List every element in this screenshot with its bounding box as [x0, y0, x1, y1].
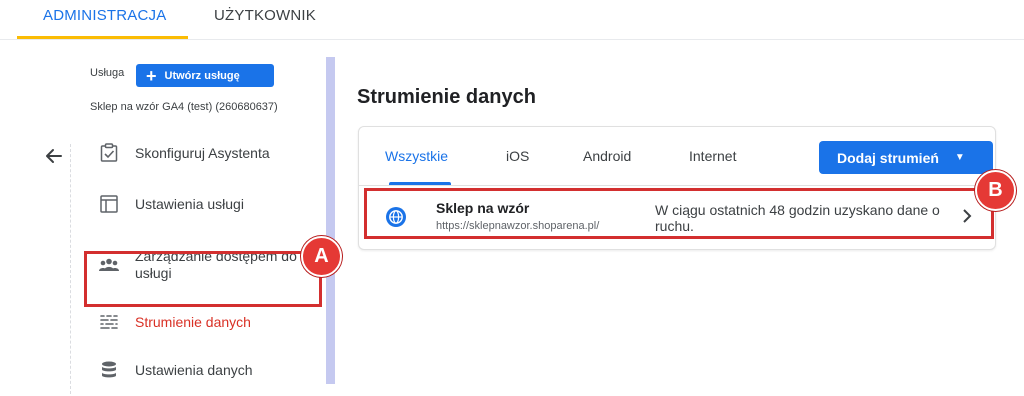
sidebar-item-label: Ustawienia usługi — [135, 195, 244, 212]
active-tab-indicator — [17, 36, 188, 39]
sidebar-item-label: Ustawienia danych — [135, 361, 253, 378]
tab-administracja[interactable]: ADMINISTRACJA — [43, 7, 166, 24]
back-arrow-icon[interactable] — [40, 143, 70, 169]
data-streams-icon — [98, 311, 120, 333]
add-stream-button[interactable]: Dodaj strumień ▼ — [819, 141, 993, 174]
sidebar-item-skonfiguruj-asystenta[interactable]: Skonfiguruj Asystenta — [90, 142, 320, 164]
property-selector[interactable]: Sklep na wzór GA4 (test) (260680637) — [90, 101, 278, 113]
create-property-button[interactable]: + Utwórz usługę — [136, 64, 274, 87]
sidebar-item-strumienie-danych[interactable]: Strumienie danych — [90, 311, 320, 333]
sidebar-item-label: Strumienie danych — [135, 313, 251, 330]
sidebar-scrollbar[interactable] — [326, 57, 335, 384]
tab-internet[interactable]: Internet — [689, 148, 736, 164]
top-tabs: ADMINISTRACJA UŻYTKOWNIK — [0, 0, 1024, 40]
database-icon — [98, 359, 120, 381]
add-stream-label: Dodaj strumień — [837, 149, 939, 166]
page-title: Strumienie danych — [357, 86, 536, 108]
sidebar-item-label: Skonfiguruj Asystenta — [135, 144, 270, 161]
annotation-badge-a: A — [301, 236, 342, 277]
highlight-box-b — [364, 188, 994, 239]
plus-icon: + — [146, 65, 157, 86]
sidebar: Usługa + Utwórz usługę Sklep na wzór GA4… — [0, 40, 336, 396]
sidebar-divider — [70, 144, 71, 394]
create-property-label: Utwórz usługę — [164, 69, 240, 82]
checklist-icon — [98, 142, 120, 164]
annotation-badge-b: B — [975, 170, 1016, 211]
sidebar-item-ustawienia-uslugi[interactable]: Ustawienia usługi — [90, 193, 320, 215]
tab-android[interactable]: Android — [583, 148, 631, 164]
property-label: Usługa — [90, 67, 125, 79]
tab-ios[interactable]: iOS — [506, 148, 529, 164]
tab-wszystkie[interactable]: Wszystkie — [385, 148, 448, 164]
settings-window-icon — [98, 193, 120, 215]
tabs-divider — [359, 185, 995, 186]
tab-uzytkownik[interactable]: UŻYTKOWNIK — [214, 7, 316, 24]
sidebar-item-ustawienia-danych[interactable]: Ustawienia danych — [90, 359, 320, 381]
highlight-box-a — [84, 251, 322, 307]
caret-down-icon: ▼ — [954, 152, 965, 163]
